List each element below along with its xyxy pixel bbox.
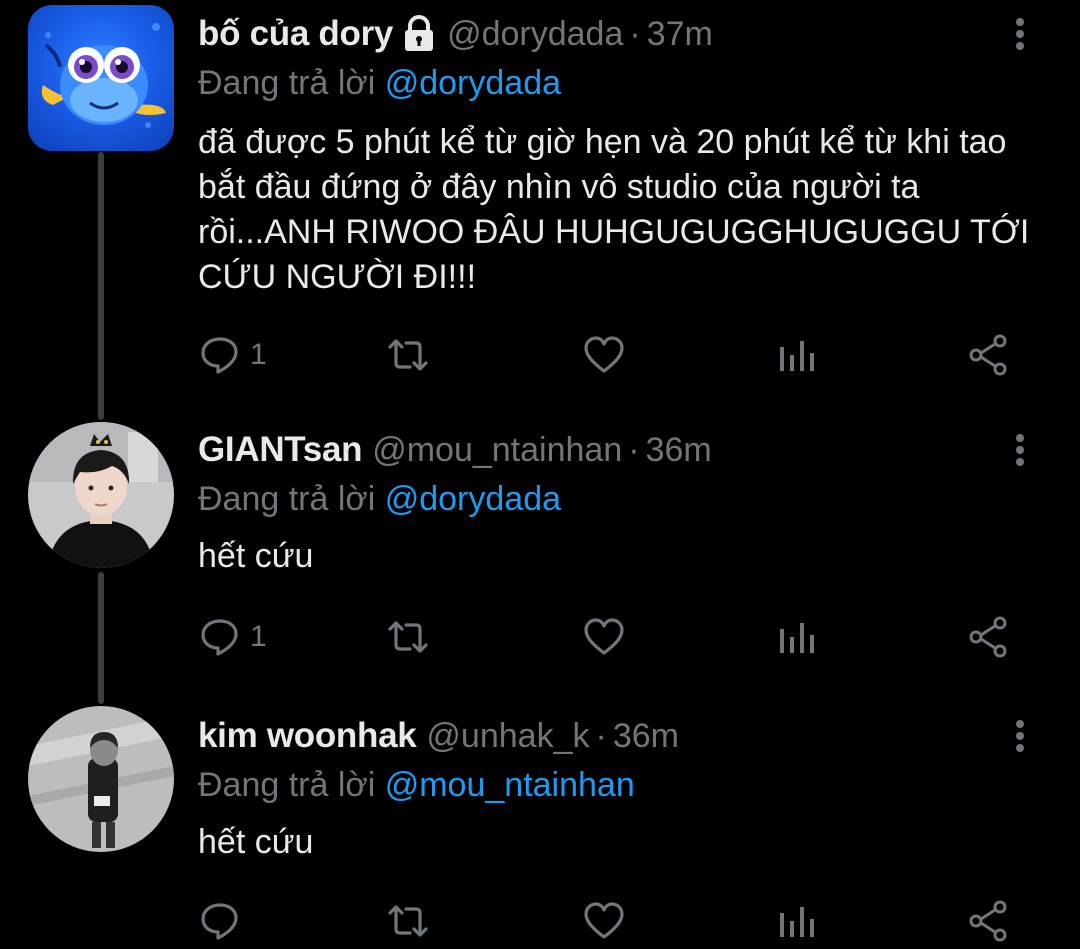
tweet-actions: 1 bbox=[198, 330, 1018, 380]
tweet-header: kim woonhak @unhak_k · 36m bbox=[198, 710, 1040, 762]
reply-icon bbox=[201, 337, 238, 374]
replying-to: Đang trả lời @dorydada bbox=[198, 476, 1040, 522]
tweet-thread: bố của dory @dorydada · 37m Đang trả lời bbox=[0, 0, 1080, 949]
analytics-button[interactable] bbox=[774, 896, 818, 946]
tweet-text: hết cứu bbox=[198, 537, 314, 575]
separator: · bbox=[628, 430, 640, 469]
reply-icon bbox=[201, 619, 238, 656]
share-icon bbox=[969, 616, 1007, 658]
reply-count: 1 bbox=[250, 620, 267, 653]
tweet-header: GIANTsan @mou_ntainhan · 36m bbox=[198, 424, 1040, 476]
share-icon bbox=[969, 334, 1007, 376]
retweet-icon bbox=[388, 621, 428, 653]
handle[interactable]: @dorydada bbox=[447, 15, 623, 54]
retweet-button[interactable] bbox=[386, 330, 430, 380]
timestamp[interactable]: 36m bbox=[613, 717, 679, 756]
more-options-icon[interactable] bbox=[1000, 14, 1040, 54]
reply-prefix: Đang trả lời bbox=[198, 766, 376, 804]
analytics-icon bbox=[780, 623, 814, 653]
like-button[interactable] bbox=[582, 612, 626, 662]
timestamp[interactable]: 36m bbox=[646, 431, 712, 470]
person-avatar-icon bbox=[28, 422, 174, 568]
share-button[interactable] bbox=[966, 330, 1010, 380]
tweet[interactable]: kim woonhak @unhak_k · 36m Đang trả lời … bbox=[0, 704, 1080, 949]
like-icon bbox=[584, 336, 624, 373]
share-icon bbox=[969, 900, 1007, 942]
like-icon bbox=[584, 902, 624, 939]
reply-icon bbox=[201, 903, 238, 940]
tweet-text: hết cứu bbox=[198, 823, 314, 861]
analytics-button[interactable] bbox=[774, 612, 818, 662]
share-button[interactable] bbox=[966, 612, 1010, 662]
tweet-actions: 1 bbox=[198, 612, 1018, 662]
handle[interactable]: @unhak_k bbox=[426, 717, 589, 756]
replying-to: Đang trả lời @dorydada bbox=[198, 60, 1040, 106]
timestamp[interactable]: 37m bbox=[647, 15, 713, 54]
tweet-header: bố của dory @dorydada · 37m bbox=[198, 8, 1040, 60]
fish-avatar-icon bbox=[41, 23, 166, 128]
tweet-text: đã được 5 phút kể từ giờ hẹn và 20 phút … bbox=[198, 123, 1030, 296]
avatar[interactable] bbox=[28, 422, 174, 568]
avatar[interactable] bbox=[28, 706, 174, 852]
analytics-icon bbox=[780, 907, 814, 937]
retweet-icon bbox=[388, 339, 428, 371]
tweet[interactable]: bố của dory @dorydada · 37m Đang trả lời bbox=[0, 0, 1080, 400]
avatar[interactable] bbox=[28, 5, 174, 151]
reply-mention-link[interactable]: @dorydada bbox=[385, 480, 561, 518]
retweet-button[interactable] bbox=[386, 612, 430, 662]
lock-icon bbox=[405, 15, 434, 51]
like-icon bbox=[584, 618, 624, 655]
display-name[interactable]: GIANTsan bbox=[198, 430, 363, 470]
analytics-icon bbox=[780, 341, 814, 371]
tweet-actions bbox=[198, 896, 1018, 946]
handle[interactable]: @mou_ntainhan bbox=[372, 431, 622, 470]
separator: · bbox=[595, 716, 607, 755]
separator: · bbox=[629, 14, 641, 53]
replying-to: Đang trả lời @mou_ntainhan bbox=[198, 762, 1040, 808]
reply-mention-link[interactable]: @dorydada bbox=[385, 64, 561, 102]
reply-button[interactable]: 1 bbox=[198, 330, 267, 380]
share-button[interactable] bbox=[966, 896, 1010, 946]
retweet-icon bbox=[388, 905, 428, 937]
tweet[interactable]: GIANTsan @mou_ntainhan · 36m Đang trả lờ… bbox=[0, 420, 1080, 700]
like-button[interactable] bbox=[582, 330, 626, 380]
person-avatar-icon bbox=[28, 706, 174, 852]
reply-prefix: Đang trả lời bbox=[198, 480, 376, 518]
retweet-button[interactable] bbox=[386, 896, 430, 946]
reply-count: 1 bbox=[250, 338, 267, 371]
reply-mention-link[interactable]: @mou_ntainhan bbox=[385, 766, 635, 804]
more-options-icon[interactable] bbox=[1000, 430, 1040, 470]
reply-button[interactable]: 1 bbox=[198, 612, 267, 662]
more-options-icon[interactable] bbox=[1000, 716, 1040, 756]
reply-button[interactable] bbox=[198, 896, 250, 946]
like-button[interactable] bbox=[582, 896, 626, 946]
reply-prefix: Đang trả lời bbox=[198, 64, 376, 102]
display-name[interactable]: bố của dory bbox=[198, 14, 393, 54]
analytics-button[interactable] bbox=[774, 330, 818, 380]
display-name[interactable]: kim woonhak bbox=[198, 716, 417, 756]
